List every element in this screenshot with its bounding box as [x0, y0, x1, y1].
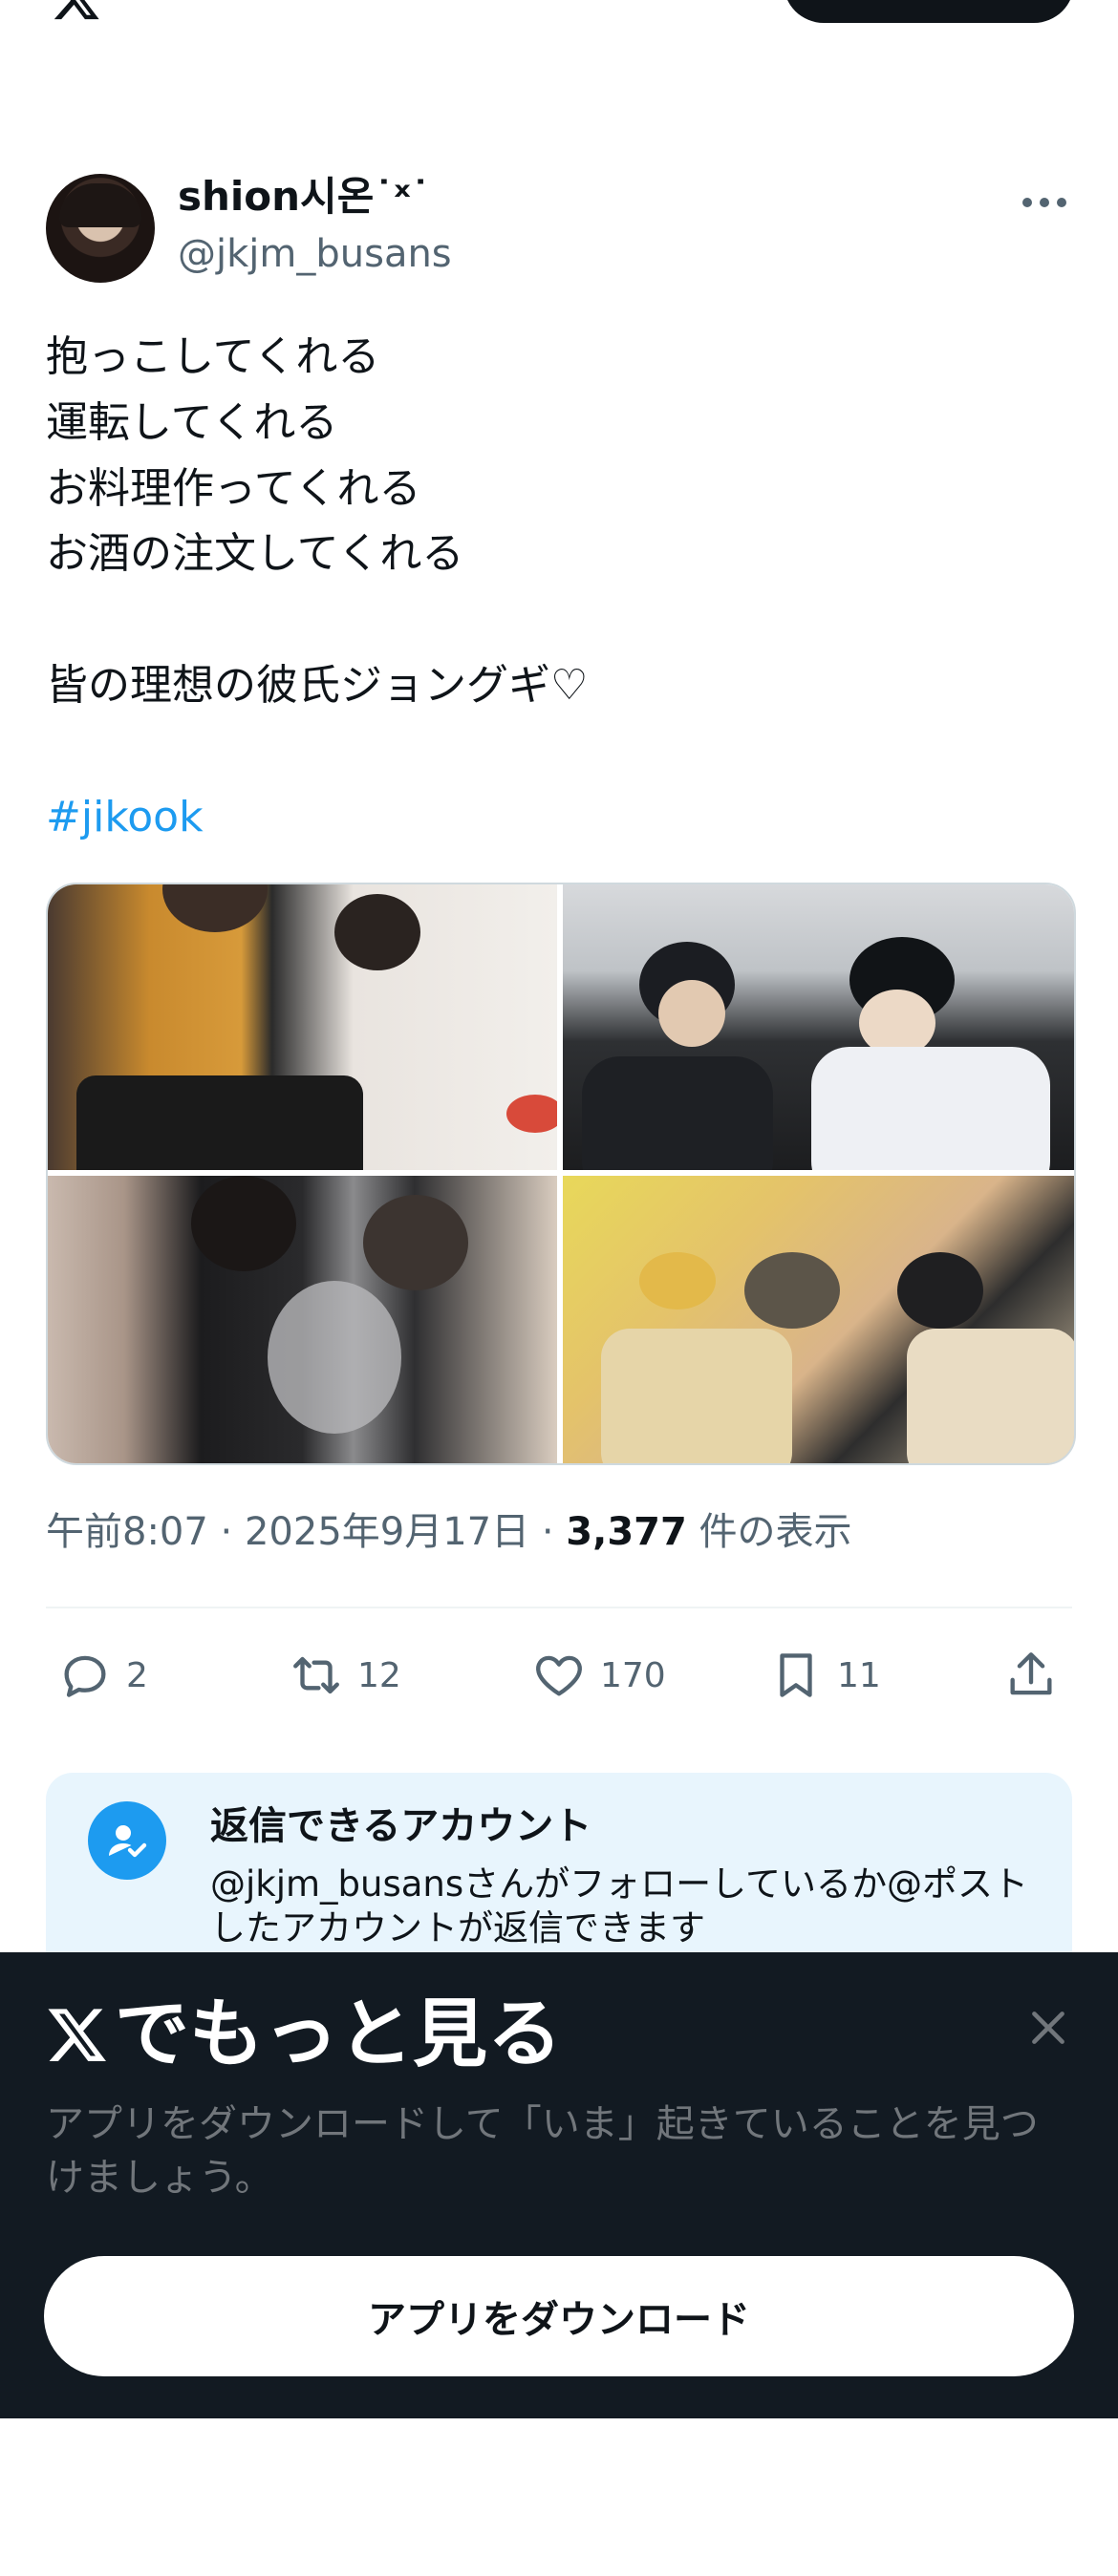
author-name[interactable]: shion시온˙ˣ˙ [178, 170, 431, 224]
repost-button[interactable]: 12 [289, 1647, 401, 1704]
media-grid [46, 883, 1076, 1465]
media-image-2[interactable] [563, 884, 1074, 1170]
media-image-1[interactable] [48, 884, 557, 1170]
sheet-title-text: でもっと見る [115, 1991, 563, 2077]
tweet-time[interactable]: 午前8:07 [46, 1510, 208, 1554]
more-icon[interactable] [1022, 191, 1070, 214]
reply-button[interactable]: 2 [57, 1647, 148, 1704]
reply-permission-description: @jkjm_busansさんがフォローしているか@ポストしたアカウントが返信でき… [210, 1863, 1029, 1948]
share-icon [1010, 1652, 1052, 1695]
repost-icon [293, 1656, 339, 1694]
bookmark-button[interactable]: 11 [768, 1647, 881, 1704]
meta-separator-2: · [529, 1510, 567, 1554]
views-label: 件の表示 [699, 1510, 852, 1554]
download-app-button[interactable]: アプリをダウンロード [44, 2256, 1074, 2376]
x-logo-icon [48, 2009, 106, 2062]
share-button[interactable] [1003, 1647, 1059, 1704]
heart-icon [536, 1655, 582, 1696]
tweet-date[interactable]: 2025年9月17日 [245, 1510, 529, 1554]
hashtag-link[interactable]: #jikook [46, 785, 204, 850]
sheet-description: アプリをダウンロードして「いま」起きていることを見つけましょう。 [46, 2102, 1039, 2200]
media-image-4[interactable] [563, 1176, 1074, 1463]
top-partial-text [573, 0, 707, 13]
divider [46, 1607, 1072, 1608]
user-check-icon [88, 1801, 166, 1880]
reply-count: 2 [126, 1655, 148, 1695]
media-image-3[interactable] [48, 1176, 557, 1463]
author-handle[interactable]: @jkjm_busans [178, 229, 452, 279]
avatar[interactable] [46, 174, 155, 283]
bookmark-count: 11 [837, 1655, 881, 1695]
x-logo-icon[interactable] [46, 0, 107, 23]
repost-count: 12 [357, 1655, 401, 1695]
like-count: 170 [600, 1655, 666, 1695]
tweet-text: 抱っこしてくれる 運転してくれる お料理作ってくれる お酒の注文してくれる 皆の… [46, 332, 589, 710]
tweet-meta: 午前8:07 · 2025年9月17日 · 3,377 件の表示 [46, 1503, 852, 1561]
close-icon[interactable] [1024, 2004, 1072, 2052]
sheet-title: でもっと見る [46, 1987, 562, 2082]
views-count: 3,377 [566, 1510, 687, 1554]
bookmark-icon [780, 1653, 812, 1697]
reply-permission-title: 返信できるアカウント [210, 1804, 592, 1848]
top-bar [0, 0, 1118, 29]
like-button[interactable]: 170 [531, 1647, 666, 1704]
top-action-button[interactable] [784, 0, 1074, 23]
meta-separator-1: · [207, 1510, 245, 1554]
reply-icon [64, 1655, 106, 1697]
